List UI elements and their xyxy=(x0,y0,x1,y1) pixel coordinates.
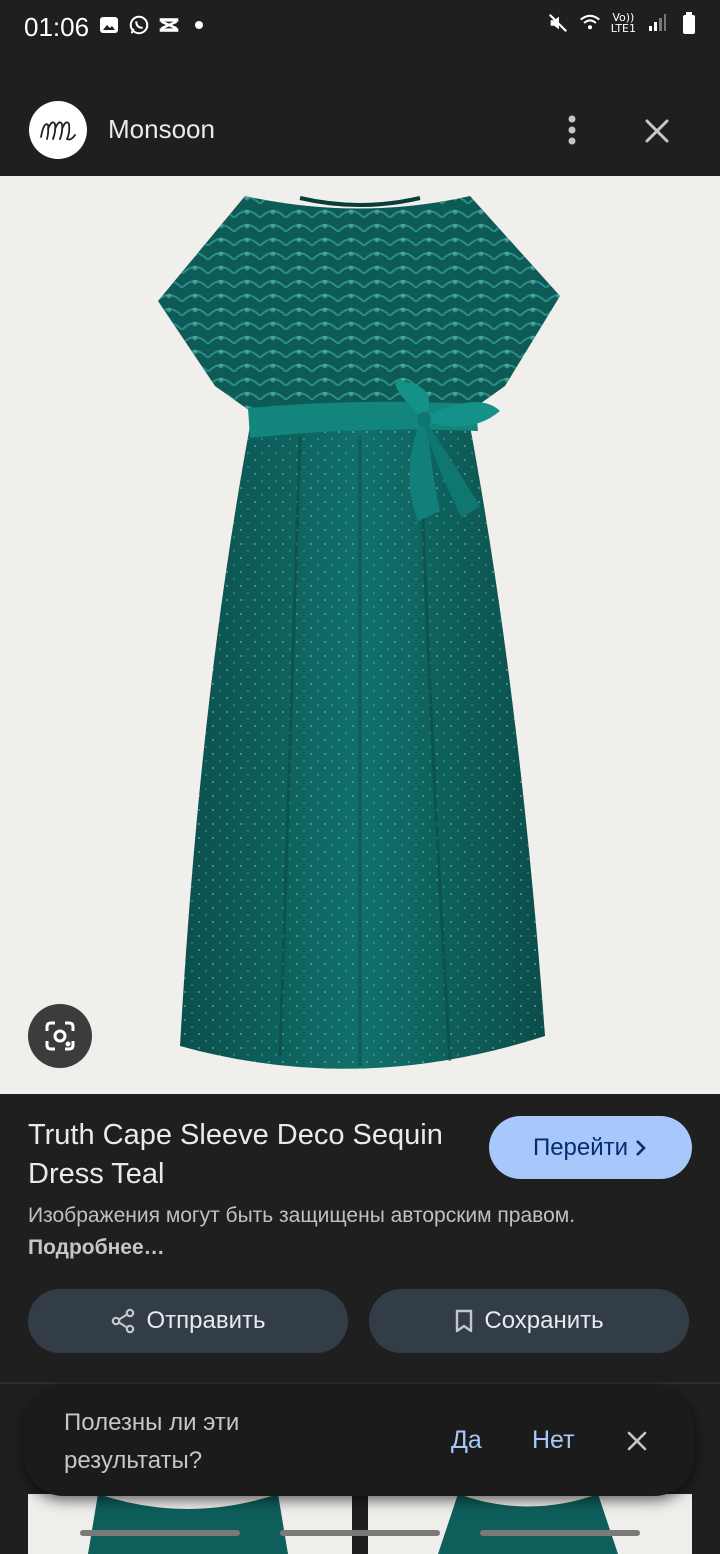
site-logo[interactable] xyxy=(29,101,87,159)
result-title: Truth Cape Sleeve Deco Sequin Dress Teal xyxy=(28,1119,443,1190)
visit-label: Перейти xyxy=(532,1133,629,1161)
product-image[interactable] xyxy=(0,176,720,1094)
copyright-notice: Изображения могут быть защищены авторски… xyxy=(28,1204,576,1259)
signal-icon xyxy=(646,12,668,34)
home-gesture-handle[interactable] xyxy=(280,1530,440,1536)
feedback-question: Полезны ли эти результаты? xyxy=(64,1409,240,1474)
site-name[interactable]: Monsoon xyxy=(108,114,215,145)
more-options-button[interactable] xyxy=(552,110,592,150)
feedback-popup: Полезны ли эти результаты? Да Нет xyxy=(24,1388,694,1496)
gallery-icon xyxy=(98,14,120,36)
share-icon xyxy=(112,1308,135,1334)
result-header: Monsoon xyxy=(0,84,720,176)
lens-icon xyxy=(45,1021,75,1051)
network-type: Vo)) LTE1 xyxy=(610,11,636,35)
wifi-icon xyxy=(579,12,601,34)
close-icon xyxy=(627,1431,647,1451)
whatsapp-icon xyxy=(128,14,150,36)
nav-handle xyxy=(80,1530,240,1536)
navigation-bar xyxy=(0,1524,720,1544)
feedback-close-button[interactable] xyxy=(622,1426,652,1456)
close-icon xyxy=(645,119,669,143)
capcut-icon xyxy=(158,14,180,36)
save-button[interactable]: Сохранить xyxy=(369,1289,689,1353)
status-bar: 01:06 Vo)) LTE1 xyxy=(0,0,720,56)
learn-more-link[interactable]: Подробнее… xyxy=(28,1236,165,1259)
close-button[interactable] xyxy=(636,110,678,152)
visit-button[interactable]: Перейти xyxy=(489,1116,692,1179)
share-button[interactable]: Отправить xyxy=(28,1289,348,1353)
google-lens-button[interactable] xyxy=(28,1004,92,1068)
status-time: 01:06 xyxy=(24,12,90,42)
save-label: Сохранить xyxy=(484,1307,604,1334)
dress-image xyxy=(158,196,560,1069)
feedback-no-button[interactable]: Нет xyxy=(532,1426,575,1455)
bookmark-icon xyxy=(456,1309,473,1333)
mute-icon xyxy=(547,12,569,34)
notification-dot-icon xyxy=(188,14,210,36)
nav-handle xyxy=(480,1530,640,1536)
more-vert-icon xyxy=(568,115,576,145)
chevron-right-icon xyxy=(636,1139,646,1156)
feedback-yes-button[interactable]: Да xyxy=(451,1426,482,1455)
battery-icon xyxy=(678,12,700,34)
share-label: Отправить xyxy=(146,1307,266,1334)
